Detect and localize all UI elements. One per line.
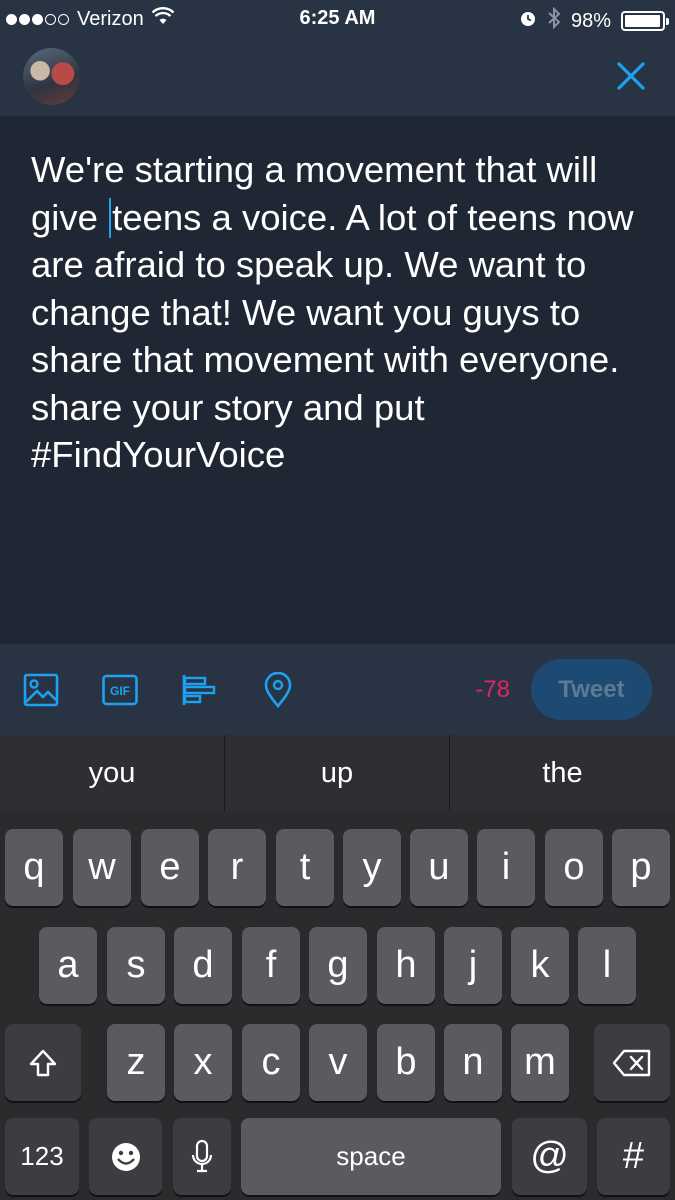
- bluetooth-icon: [547, 6, 561, 35]
- add-poll-button[interactable]: [180, 671, 218, 709]
- emoji-key[interactable]: [89, 1118, 162, 1195]
- key-p[interactable]: p: [612, 829, 670, 906]
- emoji-icon: [111, 1142, 140, 1171]
- key-a[interactable]: a: [39, 927, 97, 1004]
- location-icon: [264, 672, 292, 708]
- key-z[interactable]: z: [107, 1024, 165, 1101]
- key-s[interactable]: s: [107, 927, 165, 1004]
- key-r[interactable]: r: [208, 829, 266, 906]
- key-c[interactable]: c: [242, 1024, 300, 1101]
- battery-icon: [621, 11, 669, 31]
- key-f[interactable]: f: [242, 927, 300, 1004]
- key-o[interactable]: o: [545, 829, 603, 906]
- add-location-button[interactable]: [259, 671, 297, 709]
- shift-icon: [29, 1049, 57, 1076]
- key-i[interactable]: i: [477, 829, 535, 906]
- key-x[interactable]: x: [174, 1024, 232, 1101]
- suggestion-3[interactable]: the: [450, 735, 675, 811]
- poll-icon: [182, 675, 216, 705]
- image-icon: [23, 673, 59, 707]
- backspace-icon: [612, 1049, 651, 1076]
- predictive-suggestions: you up the: [0, 735, 675, 811]
- character-count: -78: [475, 676, 510, 703]
- status-right: 98%: [519, 6, 669, 35]
- key-b[interactable]: b: [377, 1024, 435, 1101]
- key-y[interactable]: y: [343, 829, 401, 906]
- add-gif-button[interactable]: GIF: [101, 671, 139, 709]
- key-u[interactable]: u: [410, 829, 468, 906]
- add-image-button[interactable]: [22, 671, 60, 709]
- key-g[interactable]: g: [309, 927, 367, 1004]
- key-h[interactable]: h: [377, 927, 435, 1004]
- at-key[interactable]: @: [512, 1118, 587, 1195]
- status-bar: Verizon 6:25 AM 98%: [0, 0, 675, 38]
- shift-key[interactable]: [5, 1024, 81, 1101]
- close-icon: [617, 62, 645, 90]
- suggestion-1[interactable]: you: [0, 735, 225, 811]
- key-e[interactable]: e: [141, 829, 199, 906]
- gif-label: GIF: [110, 684, 130, 698]
- key-w[interactable]: w: [73, 829, 131, 906]
- key-j[interactable]: j: [444, 927, 502, 1004]
- key-n[interactable]: n: [444, 1024, 502, 1101]
- suggestion-2[interactable]: up: [225, 735, 450, 811]
- microphone-icon: [191, 1139, 213, 1172]
- alarm-icon: [519, 9, 537, 33]
- hash-key[interactable]: #: [597, 1118, 670, 1195]
- key-l[interactable]: l: [578, 927, 636, 1004]
- dictation-key[interactable]: [173, 1118, 231, 1195]
- key-m[interactable]: m: [511, 1024, 569, 1101]
- key-v[interactable]: v: [309, 1024, 367, 1101]
- tweet-text-field[interactable]: We're starting a movement that will give…: [31, 146, 646, 479]
- key-d[interactable]: d: [174, 927, 232, 1004]
- tweet-button[interactable]: Tweet: [531, 659, 652, 720]
- keyboard: you up the q w e r t y u i o p a s d f g…: [0, 735, 675, 1200]
- key-k[interactable]: k: [511, 927, 569, 1004]
- tweet-compose-area[interactable]: We're starting a movement that will give…: [0, 116, 675, 644]
- key-t[interactable]: t: [276, 829, 334, 906]
- key-q[interactable]: q: [5, 829, 63, 906]
- text-cursor: [109, 197, 112, 238]
- compose-toolbar: GIF -78 Tweet: [0, 644, 675, 735]
- compose-header: [0, 38, 675, 116]
- avatar[interactable]: [23, 48, 80, 105]
- numbers-key[interactable]: 123: [5, 1118, 79, 1195]
- backspace-key[interactable]: [594, 1024, 670, 1101]
- space-key[interactable]: space: [241, 1118, 501, 1195]
- battery-level-fill: [625, 15, 661, 27]
- battery-percent: 98%: [570, 9, 611, 32]
- close-button[interactable]: [611, 56, 651, 96]
- gif-icon: GIF: [102, 674, 138, 706]
- tweet-text-after-cursor: teens a voice. A lot of teens now are af…: [31, 196, 634, 476]
